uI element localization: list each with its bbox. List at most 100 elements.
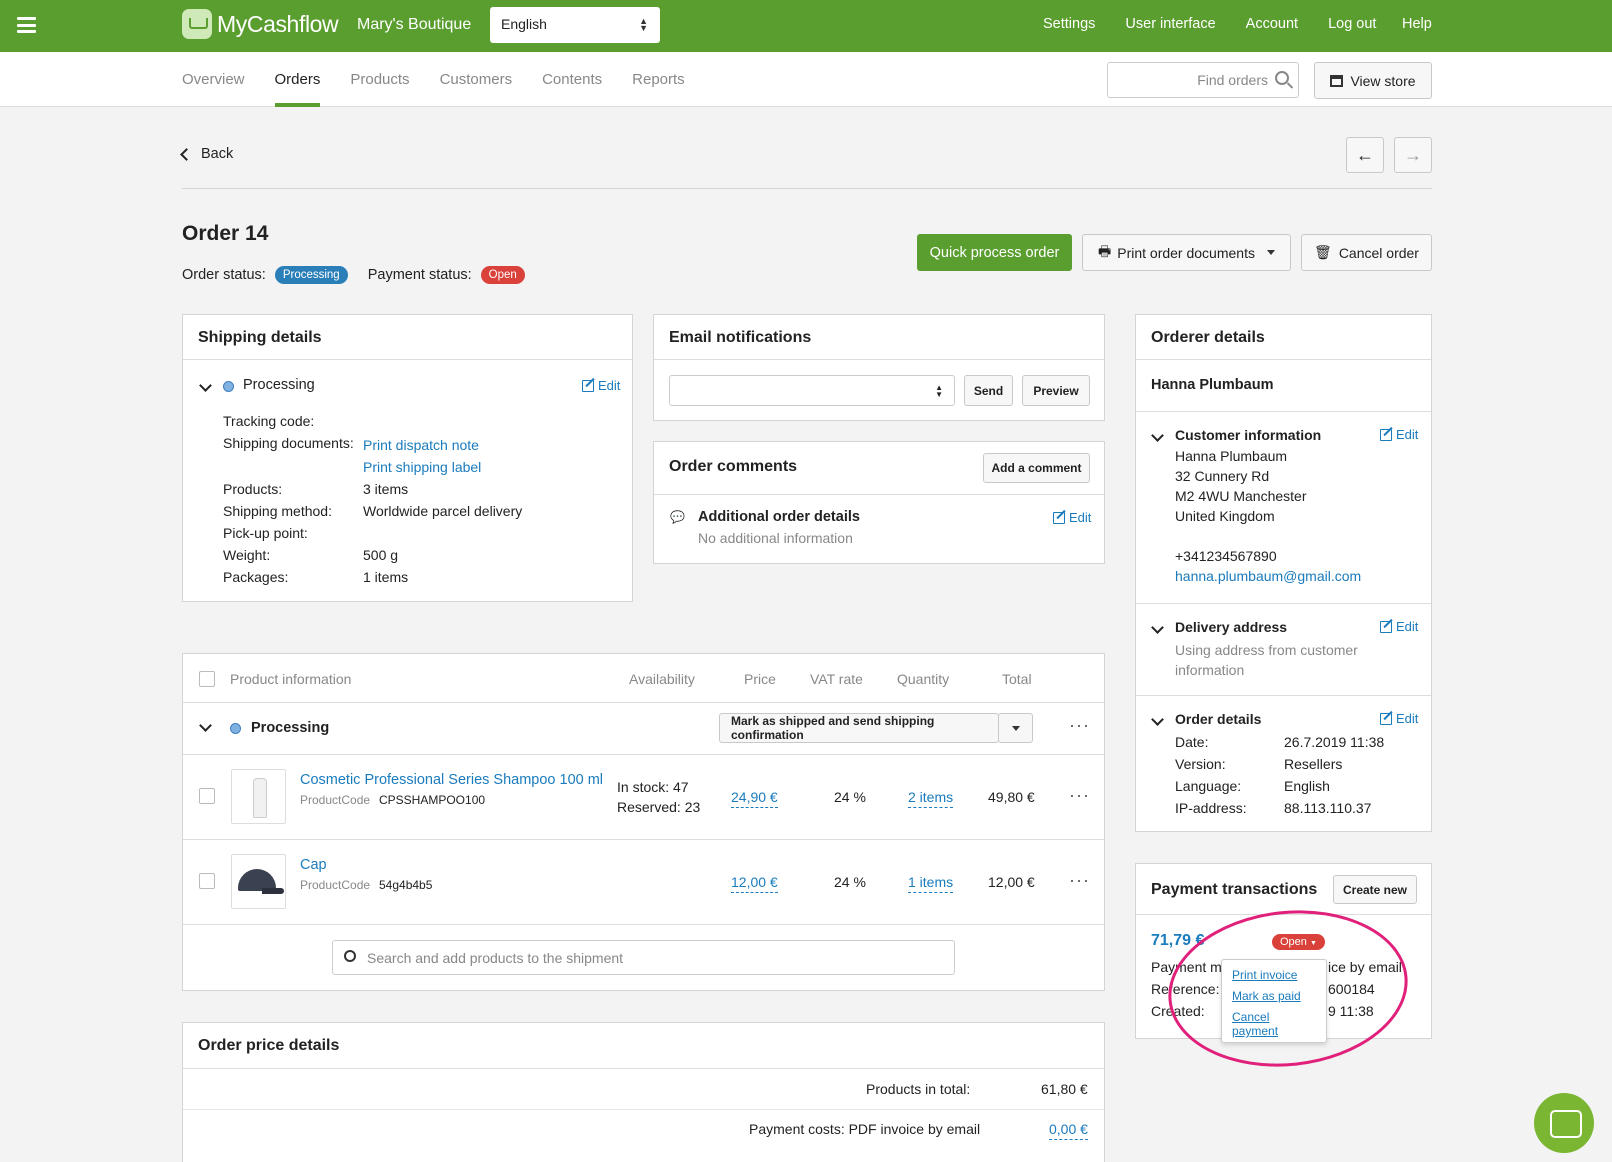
nav-account[interactable]: Account [1246,16,1298,32]
ip-value: 88.113.110.37 [1284,800,1372,816]
divider [182,188,1432,189]
panel-title: Email notifications [654,315,1104,360]
print-shipping-label-link[interactable]: Print shipping label [363,459,481,475]
customer-street: 32 Cunnery Rd [1175,468,1270,484]
customer-city: M2 4WU Manchester [1175,488,1307,504]
packages-value: 1 items [363,569,409,585]
logo[interactable]: MyCashflow [182,9,339,39]
edit-comment-link[interactable]: Edit [1053,510,1091,525]
view-store-label: View store [1350,72,1416,89]
add-comment-button[interactable]: Add a comment [983,453,1090,483]
more-icon[interactable]: ··· [1069,871,1090,889]
back-link[interactable]: Back [180,146,233,162]
edit-label: Edit [1069,510,1092,525]
chevron-down-icon[interactable] [1151,621,1164,634]
vat-value: 24 % [834,789,866,805]
customer-email-link[interactable]: hanna.plumbaum@gmail.com [1175,568,1361,584]
row-checkbox[interactable] [199,788,215,804]
mark-shipped-button[interactable]: Mark as shipped and send shipping confir… [719,713,999,743]
quick-process-button[interactable]: Quick process order [917,234,1072,271]
next-order-button[interactable]: → [1394,137,1432,173]
nav-help[interactable]: Help [1402,16,1432,32]
edit-customer-link[interactable]: Edit [1380,427,1418,442]
reserved-value: Reserved: 23 [617,799,701,815]
customer-country: United Kingdom [1175,508,1275,524]
print-dispatch-note-link[interactable]: Print dispatch note [363,437,479,453]
tab-products[interactable]: Products [350,52,409,107]
nav-settings[interactable]: Settings [1043,16,1095,32]
weight-value: 500 g [363,547,399,563]
header-quantity: Quantity [897,671,950,687]
product-name-link[interactable]: Cap [300,857,327,873]
tab-orders[interactable]: Orders [274,52,320,107]
email-template-select[interactable]: ▲ ▼ [669,375,955,406]
language-select[interactable]: English ▲ ▼ [490,7,660,43]
mark-shipped-dropdown[interactable] [998,713,1033,743]
panel-title: Order price details [183,1023,1104,1069]
row-checkbox[interactable] [199,873,215,889]
date-label: Date: [1175,734,1209,750]
print-documents-button[interactable]: 🖶 Print order documents [1082,234,1291,271]
total-value: 12,00 € [988,874,1035,890]
tab-reports[interactable]: Reports [632,52,685,107]
more-icon[interactable]: ··· [1069,716,1090,734]
chevron-down-icon[interactable] [199,719,212,732]
price-link[interactable]: 12,00 € [731,874,778,893]
cancel-order-label: Cancel order [1338,244,1419,261]
search-icon [344,950,356,962]
chevron-down-icon[interactable] [1151,429,1164,442]
create-new-button[interactable]: Create new [1333,875,1417,904]
menu-icon[interactable] [17,17,36,33]
nav-user-interface[interactable]: User interface [1125,16,1215,32]
caret-down-icon [1011,725,1020,731]
shipping-method-label: Shipping method: [223,503,332,519]
product-search-placeholder: Search and add products to the shipment [367,950,624,966]
select-all-checkbox[interactable] [199,671,215,687]
chat-launcher-icon[interactable] [1534,1093,1594,1153]
previous-order-button[interactable]: ← [1346,137,1384,173]
tab-customers[interactable]: Customers [440,52,513,107]
tab-overview[interactable]: Overview [182,52,245,107]
more-icon[interactable]: ··· [1069,786,1090,804]
edit-delivery-link[interactable]: Edit [1380,619,1418,634]
edit-shipping-link[interactable]: Edit [582,378,620,393]
order-status-badge: Processing [274,266,348,284]
top-nav: Settings User interface Account Log out [1043,16,1376,32]
tracking-code-label: Tracking code: [223,413,315,429]
version-value: Resellers [1284,756,1343,772]
preview-button[interactable]: Preview [1022,375,1090,406]
price-link[interactable]: 24,90 € [731,789,778,808]
tab-contents[interactable]: Contents [542,52,602,107]
delivery-address-title: Delivery address [1175,619,1288,635]
quantity-link[interactable]: 2 items [908,789,954,808]
product-name-link[interactable]: Cosmetic Professional Series Shampoo 100… [300,772,603,788]
edit-order-details-link[interactable]: Edit [1380,711,1418,726]
customer-information-title: Customer information [1175,427,1322,443]
send-button[interactable]: Send [964,375,1013,406]
edit-label: Edit [598,378,621,393]
chevron-down-icon[interactable] [1151,713,1164,726]
divider [1136,695,1431,696]
cart-icon [182,9,212,39]
divider [1136,603,1431,604]
order-price-panel: Order price details Products in total: 6… [182,1022,1105,1162]
shipping-method-value: Worldwide parcel delivery [363,503,523,519]
cancel-order-button[interactable]: 🗑 Cancel order [1301,234,1432,271]
stock-value: In stock: 47 [617,779,689,795]
arrow-right-icon: → [1404,144,1422,165]
view-store-button[interactable]: View store [1314,62,1432,99]
product-search-input[interactable]: Search and add products to the shipment [332,940,955,975]
nav-log-out[interactable]: Log out [1328,16,1376,32]
payment-costs-label: Payment costs: PDF invoice by email [749,1121,981,1137]
panel-title: Shipping details [183,315,632,360]
page-title: Order 14 [182,222,269,245]
payment-costs-link[interactable]: 0,00 € [1049,1121,1088,1140]
select-arrows-icon: ▲ ▼ [935,383,943,399]
product-thumbnail [231,854,286,909]
chevron-down-icon[interactable] [199,379,212,392]
find-orders-input[interactable]: Find orders [1107,62,1299,98]
quantity-link[interactable]: 1 items [908,874,954,893]
version-label: Version: [1175,756,1226,772]
print-documents-label: Print order documents [1117,244,1255,261]
language-value: English [1284,778,1330,794]
